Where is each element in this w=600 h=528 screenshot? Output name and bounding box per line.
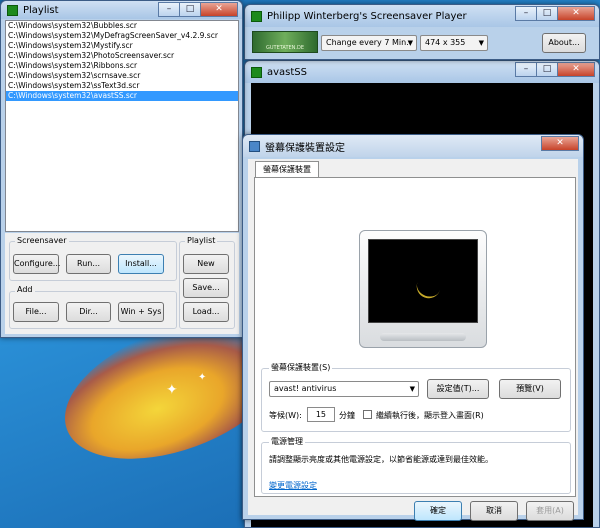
preview-screen xyxy=(368,239,478,323)
wait-minutes-stepper[interactable]: 15 xyxy=(307,407,335,422)
maximize-button[interactable]: □ xyxy=(536,62,558,77)
tab-page: 螢幕保護裝置(S) avast! antivirus ▼ 設定值(T)... 預… xyxy=(254,177,576,497)
group-label: 電源管理 xyxy=(269,436,305,447)
screensaver-value: avast! antivirus xyxy=(274,384,337,393)
group-label: Screensaver xyxy=(15,236,69,245)
group-label: 螢幕保護裝置(S) xyxy=(269,362,333,373)
ok-button[interactable]: 確定 xyxy=(414,501,462,521)
app-icon xyxy=(7,4,18,16)
apply-button[interactable]: 套用(A) xyxy=(526,501,574,521)
list-item[interactable]: C:\Windows\system32\Mystify.scr xyxy=(6,41,238,51)
resolution-value: 474 x 355 xyxy=(425,38,466,47)
group-label: Add xyxy=(15,285,35,294)
resolution-select[interactable]: 474 x 355 ▼ xyxy=(420,35,488,51)
load-playlist-button[interactable]: Load... xyxy=(183,302,229,322)
chevron-down-icon: ▼ xyxy=(409,385,415,393)
window-title: avastSS xyxy=(267,66,307,78)
screensaver-settings-dialog: 螢幕保護裝置設定 ✕ 螢幕保護裝置 螢幕保護裝置(S) avast! antiv… xyxy=(242,134,584,521)
maximize-button[interactable]: □ xyxy=(536,6,558,21)
close-button[interactable]: ✕ xyxy=(541,136,579,151)
display-icon xyxy=(249,140,260,152)
settings-button[interactable]: 設定值(T)... xyxy=(427,379,489,399)
wait-value: 15 xyxy=(315,410,326,419)
wait-label: 等候(W): xyxy=(269,411,302,420)
configure-button[interactable]: Configure... xyxy=(13,254,60,274)
power-description: 請調整顯示亮度或其他電源設定，以節省能源或達到最佳效能。 xyxy=(269,455,493,464)
sparkle-icon: ✦ xyxy=(166,382,178,398)
window-title: Playlist xyxy=(23,4,59,16)
close-button[interactable]: ✕ xyxy=(200,2,238,17)
add-file-button[interactable]: File... xyxy=(13,302,59,322)
close-button[interactable]: ✕ xyxy=(557,6,595,21)
screensaver-select[interactable]: avast! antivirus ▼ xyxy=(269,381,419,397)
close-button[interactable]: ✕ xyxy=(557,62,595,77)
logo-thumbnail: GUTETATEN.DE xyxy=(252,31,318,53)
playlist-list[interactable]: C:\Windows\system32\Bubbles.scr C:\Windo… xyxy=(5,20,239,232)
list-item[interactable]: C:\Windows\system32\scrnsave.scr xyxy=(6,71,238,81)
run-button[interactable]: Run... xyxy=(66,254,111,274)
preview-graphic xyxy=(413,280,441,302)
add-win-sys-button[interactable]: Win + Sys xyxy=(118,302,164,322)
list-item[interactable]: C:\Windows\system32\Bubbles.scr xyxy=(6,21,238,31)
app-icon xyxy=(251,66,262,78)
window-title: Philipp Winterberg's Screensaver Player xyxy=(267,10,467,22)
list-item[interactable]: C:\Windows\system32\ssText3d.scr xyxy=(6,81,238,91)
interval-select[interactable]: Change every 7 Min. ▼ xyxy=(321,35,417,51)
chevron-down-icon: ▼ xyxy=(407,39,413,47)
dialog-body: 螢幕保護裝置 螢幕保護裝置(S) avast! antivirus ▼ 設定值(… xyxy=(248,159,578,521)
chevron-down-icon: ▼ xyxy=(478,39,484,47)
interval-value: Change every 7 Min. xyxy=(326,38,409,47)
minutes-label: 分鐘 xyxy=(339,411,355,420)
playlist-window: Playlist – □ ✕ C:\Windows\system32\Bubbl… xyxy=(0,0,243,338)
app-icon xyxy=(251,10,262,22)
player-window: Philipp Winterberg's Screensaver Player … xyxy=(244,4,600,60)
list-item-selected[interactable]: C:\Windows\system32\avastSS.scr xyxy=(6,91,238,101)
list-item[interactable]: C:\Windows\system32\MyDefragScreenSaver_… xyxy=(6,31,238,41)
titlebar[interactable]: Playlist – □ ✕ xyxy=(1,1,242,19)
change-power-settings-link[interactable]: 變更電源設定 xyxy=(269,480,317,491)
titlebar[interactable]: 螢幕保護裝置設定 ✕ xyxy=(243,135,583,157)
about-button[interactable]: About... xyxy=(542,33,586,53)
install-button[interactable]: Install... xyxy=(118,254,164,274)
minimize-button[interactable]: – xyxy=(515,6,537,21)
minimize-button[interactable]: – xyxy=(515,62,537,77)
resume-label: 繼續執行後，顯示登入畫面(R) xyxy=(376,411,484,420)
dialog-title: 螢幕保護裝置設定 xyxy=(265,142,345,154)
maximize-button[interactable]: □ xyxy=(179,2,201,17)
sparkle-icon: ✦ xyxy=(198,372,207,383)
controls-panel: Screensaver Configure... Run... Install.… xyxy=(5,233,239,334)
screensaver-group xyxy=(261,368,571,432)
preview-button[interactable]: 預覽(V) xyxy=(499,379,561,399)
titlebar[interactable]: Philipp Winterberg's Screensaver Player … xyxy=(245,5,599,27)
save-playlist-button[interactable]: Save... xyxy=(183,278,229,298)
group-label: Playlist xyxy=(185,236,218,245)
monitor-stand xyxy=(380,333,466,341)
new-playlist-button[interactable]: New xyxy=(183,254,229,274)
list-item[interactable]: C:\Windows\system32\Ribbons.scr xyxy=(6,61,238,71)
cancel-button[interactable]: 取消 xyxy=(470,501,518,521)
monitor-preview xyxy=(359,230,487,348)
titlebar[interactable]: avastSS – □ ✕ xyxy=(245,61,599,83)
add-dir-button[interactable]: Dir... xyxy=(66,302,111,322)
list-item[interactable]: C:\Windows\system32\PhotoScreensaver.scr xyxy=(6,51,238,61)
minimize-button[interactable]: – xyxy=(158,2,180,17)
tab-screensaver[interactable]: 螢幕保護裝置 xyxy=(255,161,319,178)
resume-checkbox[interactable] xyxy=(363,410,372,419)
